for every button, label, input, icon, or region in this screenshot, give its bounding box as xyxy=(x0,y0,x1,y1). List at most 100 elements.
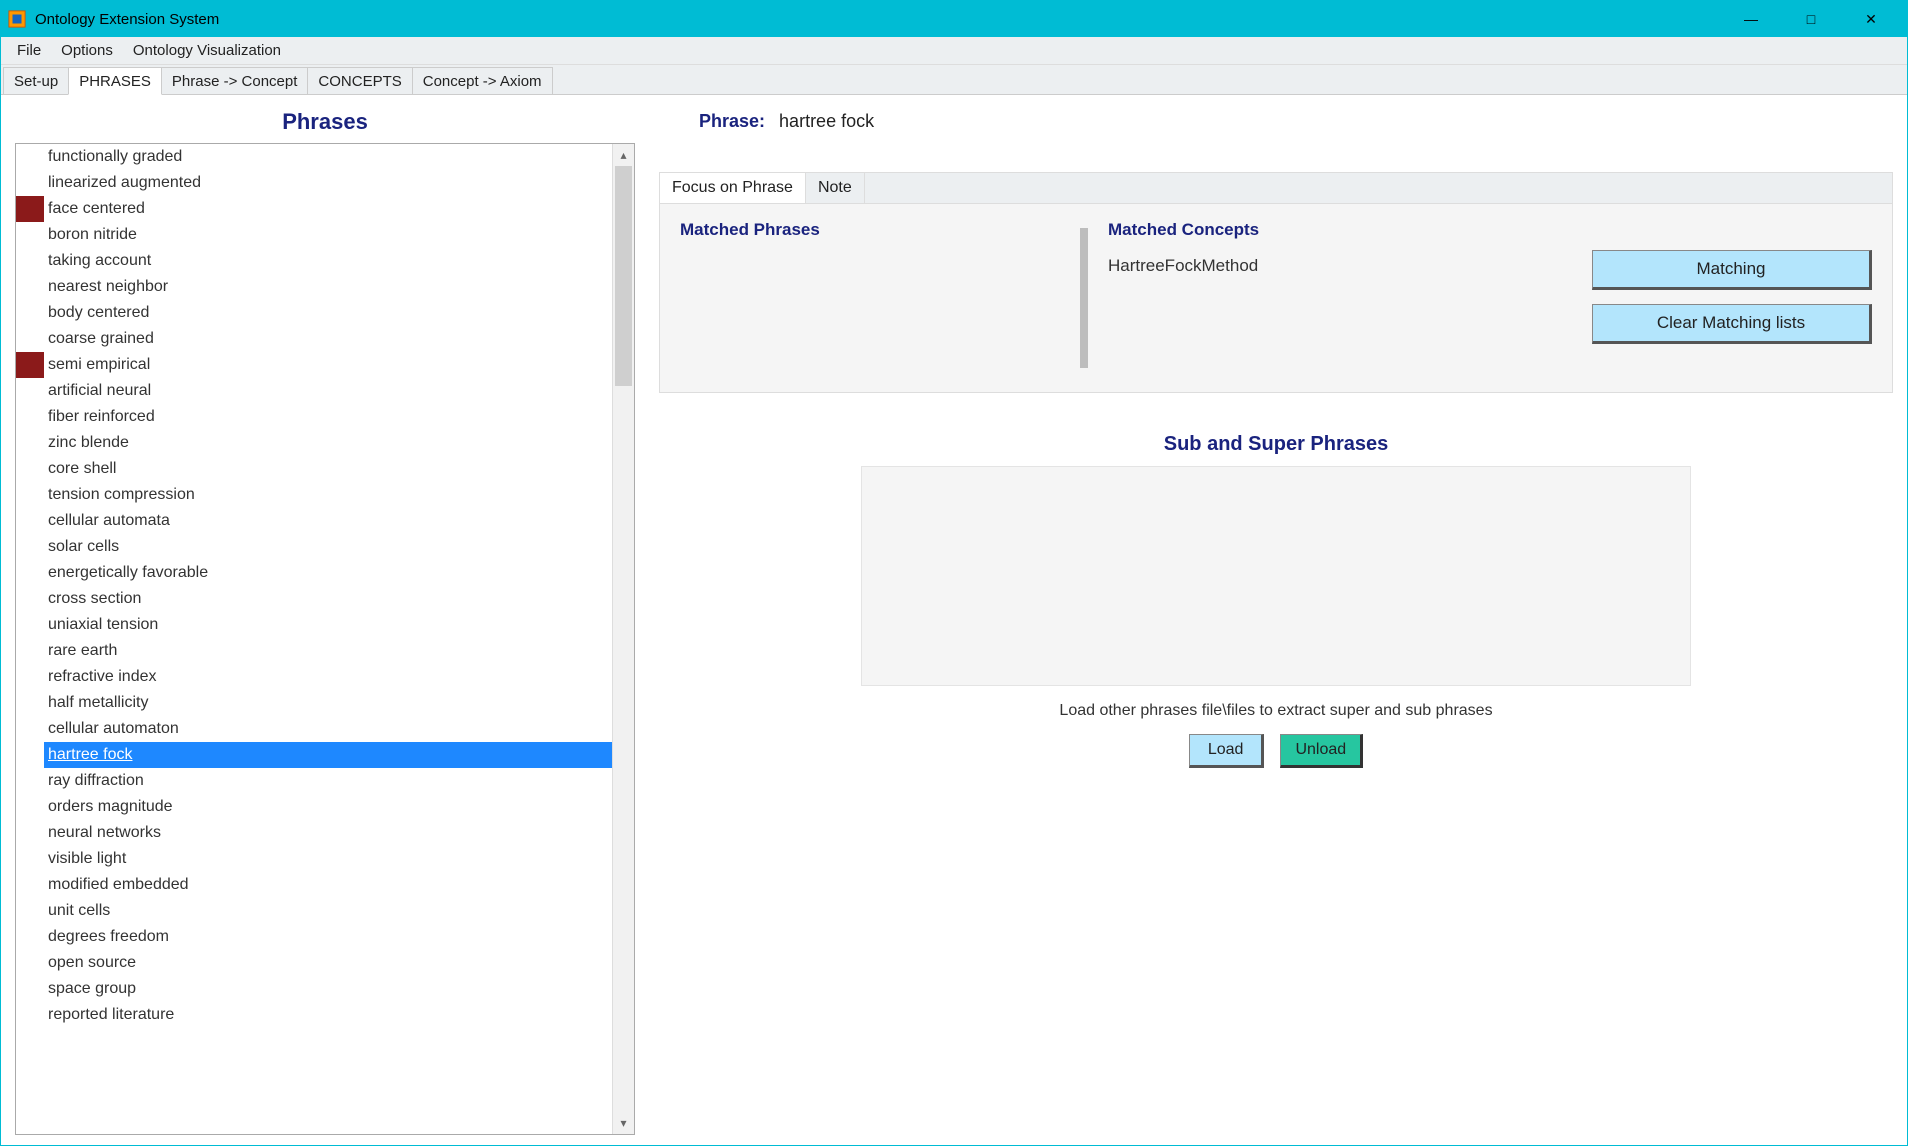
load-buttons-row: Load Unload xyxy=(659,734,1893,768)
phrase-text: visible light xyxy=(44,850,130,868)
tab-concept-to-axiom[interactable]: Concept -> Axiom xyxy=(412,67,553,94)
menu-file[interactable]: File xyxy=(7,39,51,62)
subtab-note[interactable]: Note xyxy=(806,173,865,203)
matching-buttons: Matching Clear Matching lists xyxy=(1592,220,1872,344)
phrase-row[interactable]: modified embedded xyxy=(16,872,612,898)
matching-button[interactable]: Matching xyxy=(1592,250,1872,290)
phrase-row[interactable]: coarse grained xyxy=(16,326,612,352)
phrase-marker xyxy=(16,404,44,430)
subtab-focus[interactable]: Focus on Phrase xyxy=(660,173,806,203)
phrase-row[interactable]: artificial neural xyxy=(16,378,612,404)
phrase-row[interactable]: solar cells xyxy=(16,534,612,560)
phrase-row[interactable]: nearest neighbor xyxy=(16,274,612,300)
phrase-marker xyxy=(16,846,44,872)
phrase-text: functionally graded xyxy=(44,148,186,166)
phrase-row[interactable]: semi empirical xyxy=(16,352,612,378)
phrase-row[interactable]: functionally graded xyxy=(16,144,612,170)
phrase-marker xyxy=(16,664,44,690)
phrase-row[interactable]: open source xyxy=(16,950,612,976)
scroll-thumb[interactable] xyxy=(615,166,632,386)
phrase-row[interactable]: half metallicity xyxy=(16,690,612,716)
phrase-row[interactable]: visible light xyxy=(16,846,612,872)
maximize-button[interactable]: □ xyxy=(1781,1,1841,37)
phrase-row[interactable]: tension compression xyxy=(16,482,612,508)
matched-phrases-column: Matched Phrases xyxy=(680,220,1060,254)
phrases-pane: Phrases functionally gradedlinearized au… xyxy=(15,105,635,1135)
tab-phrases[interactable]: PHRASES xyxy=(68,67,162,95)
phrase-text: neural networks xyxy=(44,824,165,842)
scroll-down-icon[interactable]: ▾ xyxy=(613,1112,634,1134)
phrase-row[interactable]: cellular automata xyxy=(16,508,612,534)
phrase-row[interactable]: cellular automaton xyxy=(16,716,612,742)
tab-phrase-to-concept[interactable]: Phrase -> Concept xyxy=(161,67,309,94)
phrase-text: hartree fock xyxy=(44,746,136,764)
phrase-row[interactable]: energetically favorable xyxy=(16,560,612,586)
phrase-row[interactable]: unit cells xyxy=(16,898,612,924)
phrase-marker xyxy=(16,430,44,456)
phrase-marker xyxy=(16,872,44,898)
phrase-marker xyxy=(16,196,44,222)
phrase-row[interactable]: degrees freedom xyxy=(16,924,612,950)
phrase-row[interactable]: orders magnitude xyxy=(16,794,612,820)
phrase-row[interactable]: rare earth xyxy=(16,638,612,664)
phrase-row[interactable]: face centered xyxy=(16,196,612,222)
phrase-text: tension compression xyxy=(44,486,199,504)
phrase-text: ray diffraction xyxy=(44,772,148,790)
menu-ontology-visualization[interactable]: Ontology Visualization xyxy=(123,39,291,62)
panel-divider[interactable] xyxy=(1080,228,1088,368)
unload-button[interactable]: Unload xyxy=(1280,734,1363,768)
phrase-row[interactable]: fiber reinforced xyxy=(16,404,612,430)
phrase-text: cellular automata xyxy=(44,512,174,530)
clear-matching-button[interactable]: Clear Matching lists xyxy=(1592,304,1872,344)
matched-concept-item[interactable]: HartreeFockMethod xyxy=(1108,254,1572,278)
phrase-row[interactable]: hartree fock xyxy=(16,742,612,768)
phrase-marker xyxy=(16,742,44,768)
phrase-row[interactable]: boron nitride xyxy=(16,222,612,248)
phrase-marker xyxy=(16,612,44,638)
window-title: Ontology Extension System xyxy=(35,11,219,28)
phrase-marker xyxy=(16,482,44,508)
phrase-marker xyxy=(16,1002,44,1028)
phrase-value: hartree fock xyxy=(779,111,874,132)
phrase-marker xyxy=(16,950,44,976)
phrase-row[interactable]: uniaxial tension xyxy=(16,612,612,638)
phrase-row[interactable]: taking account xyxy=(16,248,612,274)
phrase-text: face centered xyxy=(44,200,149,218)
phrase-text: taking account xyxy=(44,252,155,270)
phrase-text: zinc blende xyxy=(44,434,133,452)
phrase-row[interactable]: linearized augmented xyxy=(16,170,612,196)
phrase-scrollbar[interactable]: ▴ ▾ xyxy=(612,144,634,1134)
phrase-text: cross section xyxy=(44,590,145,608)
phrase-text: modified embedded xyxy=(44,876,193,894)
phrase-row[interactable]: reported literature xyxy=(16,1002,612,1028)
phrase-text: refractive index xyxy=(44,668,161,686)
tab-concepts[interactable]: CONCEPTS xyxy=(307,67,412,94)
content-area: Phrases functionally gradedlinearized au… xyxy=(1,95,1907,1145)
matched-phrases-header: Matched Phrases xyxy=(680,220,1060,240)
phrase-marker xyxy=(16,586,44,612)
sub-super-box xyxy=(861,466,1691,686)
phrase-row[interactable]: cross section xyxy=(16,586,612,612)
phrase-row[interactable]: ray diffraction xyxy=(16,768,612,794)
minimize-button[interactable]: — xyxy=(1721,1,1781,37)
phrase-text: open source xyxy=(44,954,140,972)
phrase-text: rare earth xyxy=(44,642,121,660)
load-button[interactable]: Load xyxy=(1189,734,1265,768)
main-tabstrip: Set-up PHRASES Phrase -> Concept CONCEPT… xyxy=(1,65,1907,95)
app-window: Ontology Extension System — □ ✕ File Opt… xyxy=(0,0,1908,1146)
phrase-row[interactable]: refractive index xyxy=(16,664,612,690)
phrase-label: Phrase: xyxy=(699,111,765,132)
phrase-text: unit cells xyxy=(44,902,114,920)
phrase-listbox[interactable]: functionally graded linearized augmented f… xyxy=(15,143,635,1135)
phrase-row[interactable]: body centered xyxy=(16,300,612,326)
phrase-row[interactable]: neural networks xyxy=(16,820,612,846)
close-button[interactable]: ✕ xyxy=(1841,1,1901,37)
phrase-row[interactable]: core shell xyxy=(16,456,612,482)
scroll-up-icon[interactable]: ▴ xyxy=(613,144,634,166)
phrase-row[interactable]: space group xyxy=(16,976,612,1002)
menu-options[interactable]: Options xyxy=(51,39,123,62)
tab-setup[interactable]: Set-up xyxy=(3,67,69,94)
phrase-marker xyxy=(16,690,44,716)
phrase-row[interactable]: zinc blende xyxy=(16,430,612,456)
detail-subtabs: Focus on Phrase Note xyxy=(659,172,1893,203)
